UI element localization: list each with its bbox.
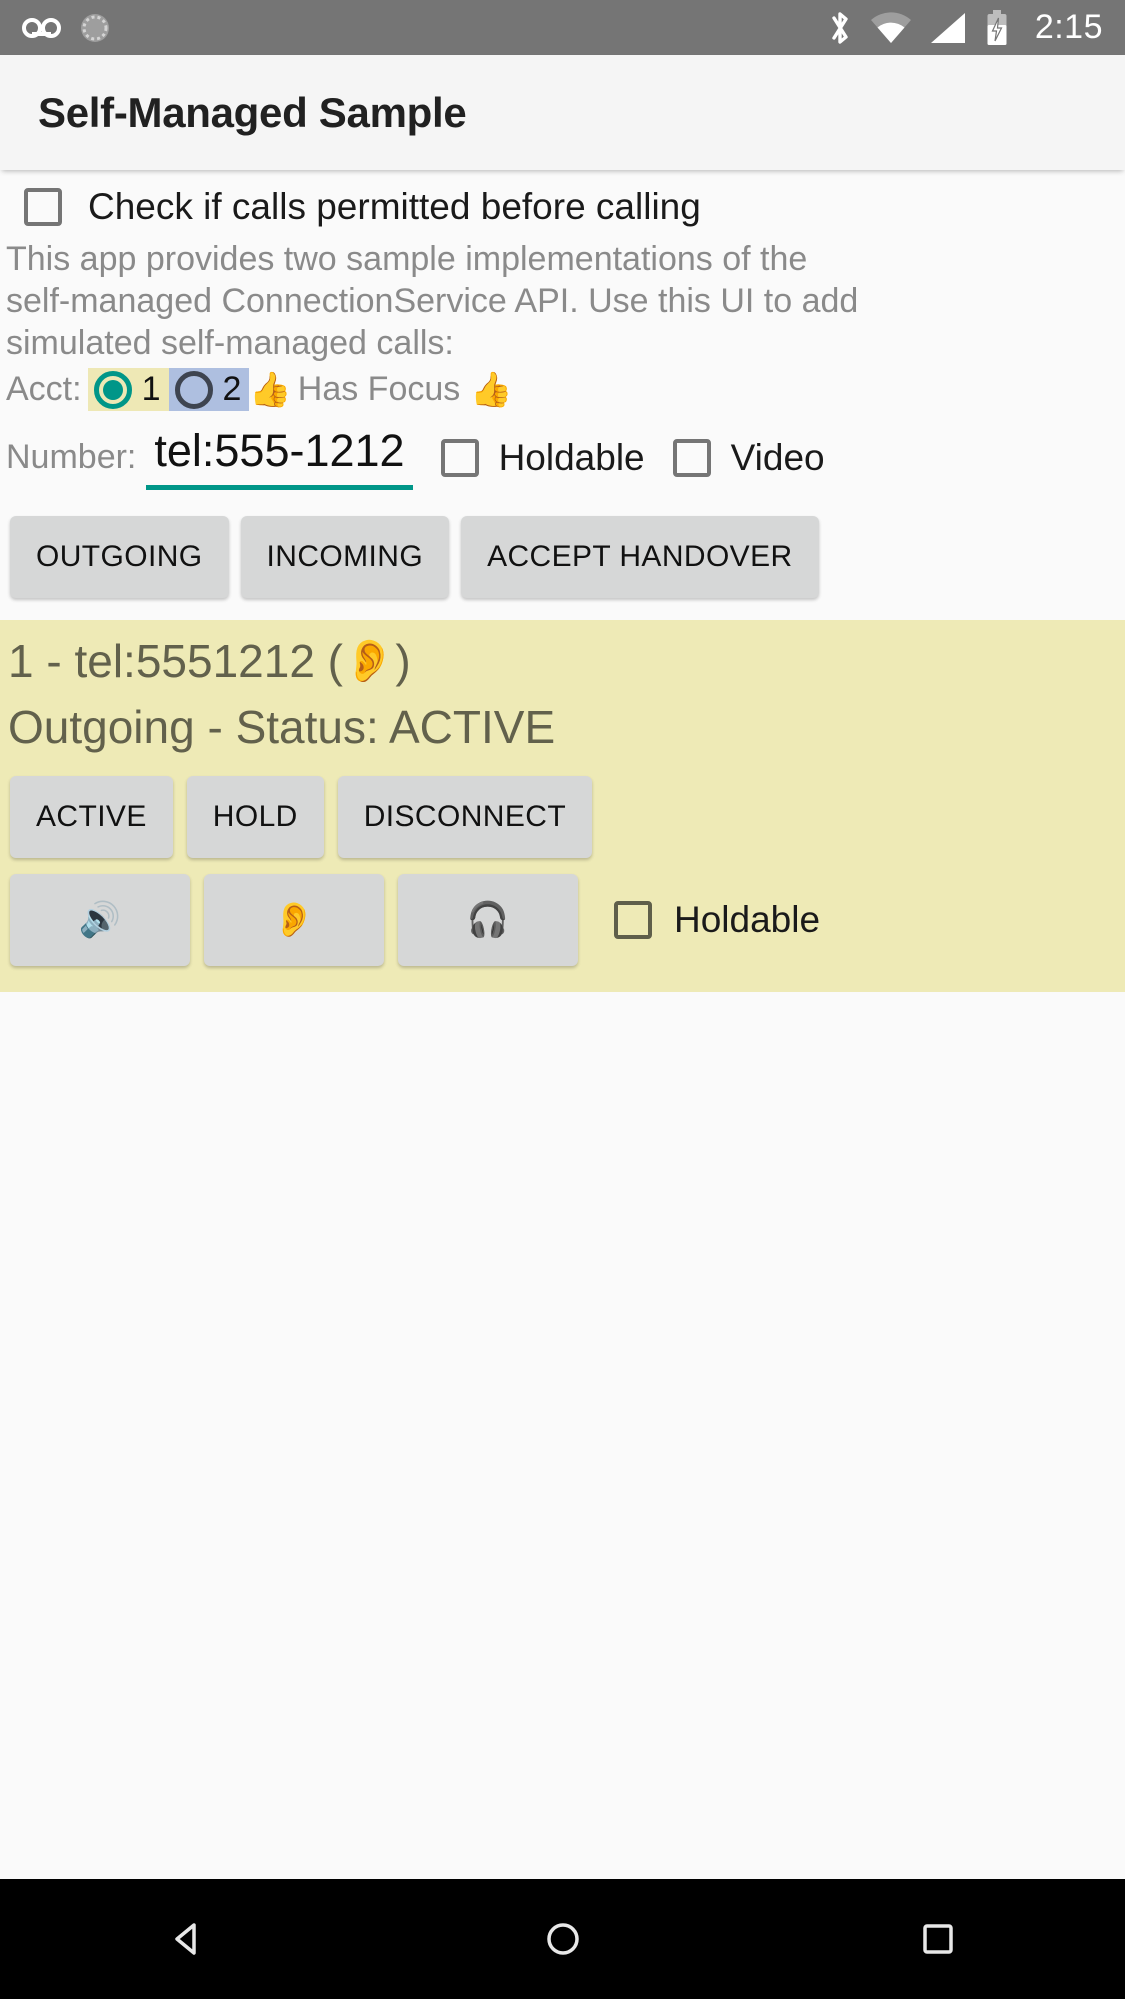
- description-line-3: simulated self-managed calls:: [6, 324, 454, 362]
- wifi-icon: [869, 11, 913, 45]
- earpiece-icon-button[interactable]: 👂: [204, 874, 384, 966]
- accept-handover-button[interactable]: ACCEPT HANDOVER: [461, 516, 819, 598]
- call-action-buttons: OUTGOING INCOMING ACCEPT HANDOVER: [0, 490, 1125, 620]
- check-permitted-label: Check if calls permitted before calling: [88, 186, 701, 227]
- description-line-2: self-managed ConnectionService API. Use …: [6, 282, 859, 320]
- call-card: 1 - tel:5551212 ( 👂 ) Outgoing - Status:…: [0, 620, 1125, 992]
- status-bar-left-icons: [22, 11, 112, 45]
- call-header-prefix: 1 - tel:5551212 (: [8, 635, 344, 687]
- account-selector-row: Acct: 1 2 👍 Has Focus 👍: [0, 364, 1125, 411]
- check-permitted-row[interactable]: Check if calls permitted before calling: [0, 170, 1125, 232]
- empty-space: [0, 992, 1125, 1552]
- headset-icon-button[interactable]: 🎧: [398, 874, 578, 966]
- back-icon: [174, 1923, 196, 1955]
- system-navigation-bar: [0, 1879, 1125, 1999]
- call-header: 1 - tel:5551212 ( 👂 ): [0, 628, 1125, 694]
- video-label: Video: [730, 436, 825, 478]
- call-hold-button[interactable]: HOLD: [186, 776, 324, 858]
- number-label: Number:: [6, 438, 137, 476]
- speaker-icon-button[interactable]: 🔊: [10, 874, 190, 966]
- account-radio-2-label: 2: [222, 370, 242, 408]
- call-active-button[interactable]: ACTIVE: [10, 776, 173, 858]
- home-icon: [546, 1923, 579, 1955]
- thumbs-up-icon-right: 👍: [470, 370, 513, 409]
- call-status-line: Outgoing - Status: ACTIVE: [8, 701, 556, 753]
- phone-screen: 2:15 Self-Managed Sample Check if calls …: [0, 0, 1125, 1999]
- holdable-checkbox[interactable]: [440, 438, 479, 477]
- call-holdable-option[interactable]: Holdable: [614, 899, 820, 941]
- status-bar-clock: 2:15: [1034, 8, 1103, 46]
- description-text: This app provides two sample implementat…: [0, 232, 1125, 364]
- sync-icon: [78, 11, 112, 45]
- page-title: Self-Managed Sample: [38, 88, 467, 136]
- has-focus-label: Has Focus: [297, 370, 461, 408]
- holdable-label: Holdable: [498, 436, 645, 478]
- speaker-icon: 🔊: [78, 901, 122, 939]
- number-input[interactable]: tel:555-1212: [146, 425, 413, 490]
- holdable-option[interactable]: Holdable: [440, 436, 645, 479]
- incoming-button[interactable]: INCOMING: [240, 516, 450, 598]
- ear-icon: 👂: [343, 637, 396, 684]
- account-label: Acct:: [6, 370, 82, 408]
- main-content: Check if calls permitted before calling …: [0, 170, 1125, 1552]
- call-holdable-label: Holdable: [674, 899, 821, 940]
- thumbs-up-icon-left: 👍: [249, 370, 292, 409]
- video-checkbox[interactable]: [672, 438, 711, 477]
- voicemail-icon: [22, 15, 62, 41]
- signal-icon: [929, 11, 969, 45]
- audio-route-buttons: 🔊 👂 🎧 Holdable: [0, 858, 1125, 966]
- check-permitted-checkbox[interactable]: [24, 188, 62, 226]
- account-radio-2[interactable]: 2: [168, 368, 250, 411]
- account-radio-1-label: 1: [141, 370, 161, 408]
- bluetooth-icon: [827, 9, 853, 47]
- app-action-bar: Self-Managed Sample: [0, 55, 1125, 170]
- description-line-1: This app provides two sample implementat…: [6, 240, 808, 278]
- battery-charging-icon: [985, 9, 1009, 47]
- headset-icon: 🎧: [466, 901, 510, 939]
- status-bar-right-icons: 2:15: [827, 8, 1103, 47]
- number-input-row: Number: tel:555-1212 Holdable Video: [0, 411, 1125, 490]
- video-option[interactable]: Video: [672, 436, 825, 479]
- earpiece-icon: 👂: [272, 901, 316, 939]
- radio-unselected-icon[interactable]: [174, 370, 213, 409]
- radio-selected-icon[interactable]: [93, 370, 132, 409]
- call-holdable-checkbox[interactable]: [614, 901, 652, 939]
- call-disconnect-button[interactable]: DISCONNECT: [337, 776, 593, 858]
- home-button[interactable]: [483, 1918, 643, 1960]
- call-state-buttons: ACTIVE HOLD DISCONNECT: [0, 760, 1125, 858]
- account-radio-1[interactable]: 1: [87, 368, 169, 411]
- outgoing-button[interactable]: OUTGOING: [10, 516, 229, 598]
- back-button[interactable]: [108, 1918, 268, 1960]
- recents-button[interactable]: [858, 1918, 1018, 1960]
- status-bar: 2:15: [0, 0, 1125, 55]
- call-header-suffix: ): [395, 635, 411, 687]
- recents-icon: [922, 1924, 953, 1954]
